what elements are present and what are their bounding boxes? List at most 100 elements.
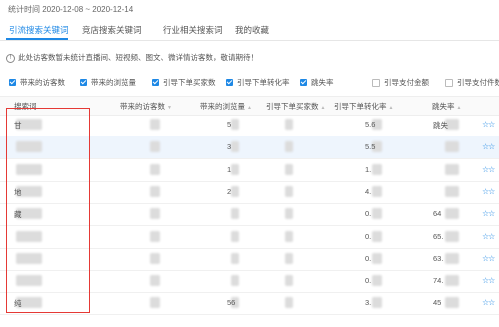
- redacted-value: [150, 163, 160, 175]
- cell-views: 3: [227, 142, 232, 152]
- redacted-value: [150, 230, 160, 242]
- cell-conversion: 0.: [365, 253, 372, 263]
- redacted-value: [445, 208, 459, 220]
- table-row[interactable]: 地 2 4. ☆☆: [0, 181, 499, 204]
- cell-bounce: 74.: [433, 276, 444, 286]
- metric-label: 引导支付金额: [384, 78, 429, 87]
- redacted-value: [150, 275, 160, 287]
- header-keyword: 搜索词: [14, 101, 37, 112]
- table-row[interactable]: 纯 56 3. 45 ☆☆: [0, 292, 499, 316]
- cell-bounce: 65.: [433, 231, 444, 241]
- favorite-star-icon[interactable]: ☆☆: [482, 120, 495, 129]
- cell-bounce: 45: [433, 298, 442, 308]
- header-order-buyers[interactable]: 引导下单买家数 ▲: [266, 101, 325, 112]
- checkbox-checked-icon[interactable]: [9, 79, 16, 86]
- redacted-value: [16, 252, 42, 264]
- redacted-value: [372, 208, 382, 220]
- redacted-value: [231, 185, 239, 197]
- header-conversion[interactable]: 引导下单转化率 ▲: [334, 101, 393, 112]
- checkbox-checked-icon[interactable]: [300, 79, 307, 86]
- cell-conversion: 3.: [365, 298, 372, 308]
- redacted-value: [16, 230, 42, 242]
- favorite-star-icon[interactable]: ☆☆: [482, 142, 495, 151]
- header-label: 跳失率: [432, 102, 455, 111]
- metric-label: 引导下单转化率: [237, 78, 290, 87]
- header-label: 带来的访客数: [120, 102, 165, 111]
- cell-keyword: 地: [14, 187, 22, 197]
- cell-conversion: 0.: [365, 231, 372, 241]
- tab-industry-keywords[interactable]: 行业相关搜索词: [163, 24, 223, 36]
- metric-order-buyers[interactable]: 引导下单买家数: [152, 77, 216, 88]
- cell-bounce: 63.: [433, 253, 444, 263]
- active-tab-indicator: [6, 38, 68, 40]
- table-row[interactable]: 0. 65. ☆☆: [0, 226, 499, 249]
- sort-icon[interactable]: ▲: [247, 105, 252, 111]
- favorite-star-icon[interactable]: ☆☆: [482, 165, 495, 174]
- notice-banner: ! 此处访客数暂未统计直播间、短视频、图文、微详情访客数，敬请期待！: [6, 52, 258, 63]
- redacted-value: [231, 163, 239, 175]
- metric-bounce-rate[interactable]: 跳失率: [300, 77, 334, 88]
- redacted-value: [231, 119, 239, 130]
- sort-icon[interactable]: ▲: [321, 105, 326, 111]
- header-visitors[interactable]: 带来的访客数 ▼: [120, 101, 172, 112]
- header-views[interactable]: 带来的浏览量 ▲: [200, 101, 252, 112]
- cell-bounce: 64: [433, 209, 442, 219]
- metric-payment-count[interactable]: 引导支付件数: [445, 77, 499, 88]
- redacted-value: [150, 252, 160, 264]
- favorite-star-icon[interactable]: ☆☆: [482, 187, 495, 196]
- table-header: 搜索词 带来的访客数 ▼ 带来的浏览量 ▲ 引导下单买家数 ▲ 引导下单转化率 ▲ 跳失…: [0, 96, 499, 116]
- metric-label: 引导支付件数: [457, 78, 499, 87]
- cell-conversion: 5.6: [365, 120, 376, 129]
- metric-views[interactable]: 带来的浏览量: [80, 77, 136, 88]
- redacted-value: [231, 141, 239, 153]
- metric-label: 带来的访客数: [20, 78, 65, 87]
- notice-text: 此处访客数暂未统计直播间、短视频、图文、微详情访客数，敬请期待！: [18, 53, 258, 62]
- favorite-star-icon[interactable]: ☆☆: [482, 209, 495, 218]
- metric-visitors[interactable]: 带来的访客数: [9, 77, 65, 88]
- redacted-value: [150, 119, 160, 130]
- redacted-value: [285, 185, 293, 197]
- table-row[interactable]: 甘 5 5.6 跳失 ☆☆: [0, 114, 499, 137]
- metric-payment-amount[interactable]: 引导支付金额: [372, 77, 429, 88]
- tab-competitor-keywords[interactable]: 竞店搜索关键词: [82, 24, 142, 36]
- table-row[interactable]: 1 1. ☆☆: [0, 159, 499, 182]
- checkbox-checked-icon[interactable]: [226, 79, 233, 86]
- favorite-star-icon[interactable]: ☆☆: [482, 298, 495, 307]
- redacted-value: [231, 275, 239, 287]
- checkbox-checked-icon[interactable]: [80, 79, 87, 86]
- tab-favorites[interactable]: 我的收藏: [235, 24, 269, 36]
- cell-views: 56: [227, 298, 236, 308]
- keyword-analysis-page: 统计时间 2020-12-08 ~ 2020-12-14 引流搜索关键词 竞店搜…: [0, 0, 499, 327]
- redacted-value: [445, 230, 459, 242]
- sort-icon[interactable]: ▲: [389, 105, 394, 111]
- favorite-star-icon[interactable]: ☆☆: [482, 254, 495, 263]
- checkbox-checked-icon[interactable]: [152, 79, 159, 86]
- table-row[interactable]: 3 5.5 ☆☆: [0, 136, 499, 160]
- info-icon: !: [6, 53, 15, 63]
- cell-conversion: 5.5: [365, 142, 376, 152]
- favorite-star-icon[interactable]: ☆☆: [482, 276, 495, 285]
- redacted-value: [16, 141, 42, 153]
- tab-traffic-keywords[interactable]: 引流搜索关键词: [9, 24, 69, 36]
- cell-conversion: 0.: [365, 209, 372, 219]
- redacted-value: [285, 208, 293, 220]
- table-row[interactable]: 藏 0. 64 ☆☆: [0, 203, 499, 227]
- redacted-value: [150, 141, 160, 153]
- cell-conversion: 0.: [365, 276, 372, 286]
- redacted-value: [372, 230, 382, 242]
- sort-icon[interactable]: ▲: [457, 105, 462, 111]
- redacted-value: [285, 163, 293, 175]
- checkbox-unchecked-icon[interactable]: [372, 78, 380, 87]
- redacted-value: [285, 275, 293, 287]
- table-row[interactable]: 0. 74. ☆☆: [0, 270, 499, 294]
- redacted-value: [16, 163, 42, 175]
- favorite-star-icon[interactable]: ☆☆: [482, 232, 495, 241]
- table-row[interactable]: 0. 63. ☆☆: [0, 248, 499, 271]
- metric-order-conversion[interactable]: 引导下单转化率: [226, 77, 290, 88]
- redacted-value: [372, 297, 382, 309]
- redacted-value: [445, 275, 459, 287]
- sort-icon[interactable]: ▼: [167, 105, 172, 111]
- header-bounce[interactable]: 跳失率 ▲: [432, 101, 461, 112]
- cell-views: 5: [227, 120, 232, 129]
- checkbox-unchecked-icon[interactable]: [445, 78, 453, 87]
